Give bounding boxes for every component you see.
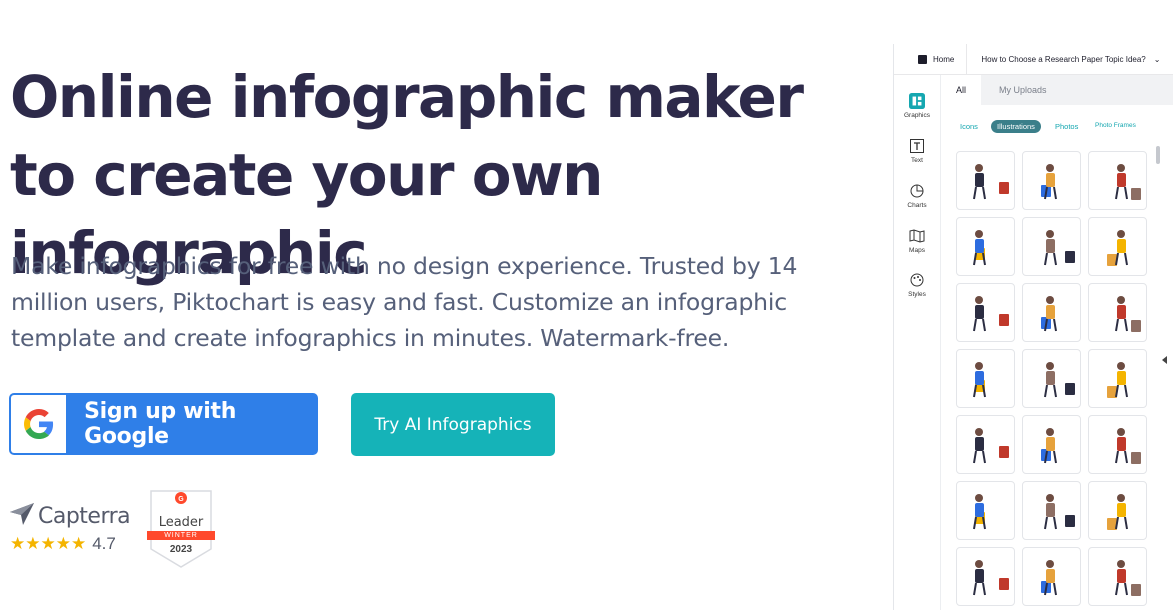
panel-scrollbar[interactable] [1156, 146, 1160, 164]
sidebar-label-styles: Styles [908, 291, 926, 298]
styles-icon [909, 272, 925, 288]
illustration-figure [1044, 494, 1075, 530]
sidebar-item-charts[interactable]: Charts [894, 183, 940, 209]
illustration-figure [973, 164, 1009, 200]
illustration-tile[interactable] [1022, 481, 1081, 540]
g2-leader-badge[interactable]: G Leader WINTER 2023 [147, 489, 215, 569]
illustration-tile[interactable] [1088, 481, 1147, 540]
illustration-figure [1044, 362, 1075, 398]
illustration-tile[interactable] [956, 481, 1015, 540]
illustration-tile[interactable] [956, 151, 1015, 210]
illustration-figure [973, 494, 986, 530]
sidebar-label-maps: Maps [909, 247, 925, 254]
illustration-tile[interactable] [1088, 415, 1147, 474]
illustration-tile[interactable] [1022, 547, 1081, 606]
capterra-badge[interactable]: Capterra ★★★★★ 4.7 [10, 503, 140, 563]
sidebar-item-styles[interactable]: Styles [894, 272, 940, 298]
sidebar-label-text: Text [911, 157, 923, 164]
sidebar-label-charts: Charts [907, 202, 927, 209]
maps-icon [909, 228, 925, 244]
illustration-tile[interactable] [1088, 349, 1147, 408]
illustration-tile[interactable] [956, 283, 1015, 342]
try-ai-infographics-button[interactable]: Try AI Infographics [351, 393, 555, 456]
illustration-tile[interactable] [1088, 547, 1147, 606]
g2-leader-label: Leader [158, 515, 204, 530]
tab-all[interactable]: All [941, 75, 981, 105]
illustration-tile[interactable] [1088, 283, 1147, 342]
illustration-figure [1107, 494, 1128, 530]
illustration-figure [1041, 560, 1057, 596]
topbar-divider [966, 44, 968, 74]
illustration-figure [1115, 560, 1141, 596]
illustration-tile[interactable] [1022, 217, 1081, 276]
google-signup-label: Sign up with Google [84, 399, 237, 449]
illustration-figure [1107, 362, 1128, 398]
filter-illustrations[interactable]: Illustrations [991, 120, 1041, 133]
illustration-figure [1107, 230, 1128, 266]
illustration-figure [973, 230, 986, 266]
filter-icons[interactable]: Icons [960, 122, 978, 131]
sidebar-item-text[interactable]: Text [894, 138, 940, 164]
illustration-figure [1115, 164, 1141, 200]
illustration-tile[interactable] [956, 217, 1015, 276]
g2-season-label: WINTER [164, 532, 198, 539]
illustration-figure [973, 560, 1009, 596]
g2-year-label: 2023 [169, 544, 193, 555]
text-icon [909, 138, 925, 154]
filter-bar: Icons Illustrations Photos Photo Frames [941, 119, 1173, 139]
collapse-panel-icon[interactable] [1162, 356, 1167, 364]
editor-tabs: All My Uploads [941, 75, 1173, 105]
illustration-tile[interactable] [956, 415, 1015, 474]
illustration-tile[interactable] [956, 349, 1015, 408]
back-icon [918, 54, 927, 64]
editor-sidebar: Graphics Text Charts Maps Styles [894, 75, 941, 610]
filter-photos[interactable]: Photos [1055, 122, 1078, 131]
illustration-figure [973, 296, 1009, 332]
capterra-name: Capterra [38, 504, 131, 529]
rating-stars: ★★★★★ [10, 534, 87, 553]
sidebar-item-maps[interactable]: Maps [894, 228, 940, 254]
illustration-figure [973, 428, 1009, 464]
filter-photo-frames[interactable]: Photo Frames [1095, 122, 1136, 129]
illustration-tile[interactable] [956, 547, 1015, 606]
google-signup-button[interactable]: Sign up with Google [9, 393, 318, 455]
illustration-figure [973, 362, 986, 398]
rating-score: 4.7 [92, 534, 116, 553]
illustration-figure [1115, 428, 1141, 464]
charts-icon [909, 183, 925, 199]
illustration-tile[interactable] [1022, 151, 1081, 210]
illustration-tile[interactable] [1088, 217, 1147, 276]
illustration-tile[interactable] [1022, 349, 1081, 408]
illustration-figure [1044, 230, 1075, 266]
home-label: Home [933, 54, 955, 64]
editor-topbar: Home How to Choose a Research Paper Topi… [894, 44, 1173, 75]
graphics-icon [909, 93, 925, 109]
editor-preview: Home How to Choose a Research Paper Topi… [893, 44, 1173, 610]
capterra-logo-icon [10, 503, 34, 530]
illustration-tile[interactable] [1022, 415, 1081, 474]
illustration-tile[interactable] [1022, 283, 1081, 342]
svg-text:G: G [178, 496, 184, 503]
document-title[interactable]: How to Choose a Research Paper Topic Ide… [981, 55, 1145, 64]
illustration-figure [1041, 296, 1057, 332]
tab-my-uploads[interactable]: My Uploads [999, 75, 1047, 105]
home-link[interactable]: Home [918, 54, 955, 64]
illustration-tile[interactable] [1088, 151, 1147, 210]
illustration-figure [1115, 296, 1141, 332]
chevron-down-icon[interactable]: ⌄ [1154, 55, 1161, 64]
sidebar-item-graphics[interactable]: Graphics [894, 93, 940, 119]
sidebar-label-graphics: Graphics [903, 112, 930, 119]
illustration-figure [1041, 428, 1057, 464]
illustration-figure [1041, 164, 1057, 200]
hero-subtitle: Make infographics for free with no desig… [11, 252, 798, 352]
google-logo-icon [11, 395, 67, 453]
